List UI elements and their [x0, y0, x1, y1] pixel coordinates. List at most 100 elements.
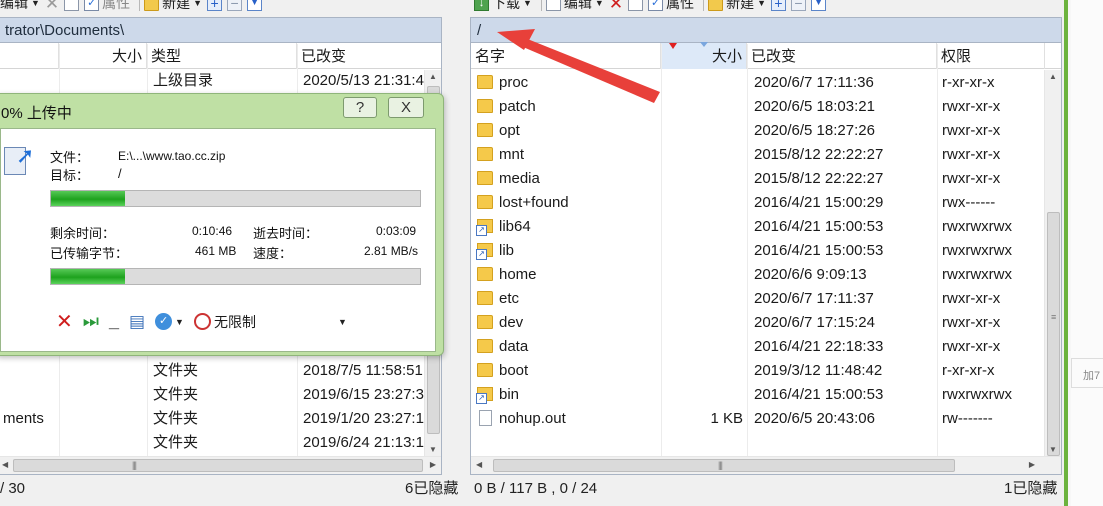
remote-vertical-scrollbar[interactable]: ▲ ≡ ▼ [1044, 70, 1061, 456]
remote-cell-size [661, 263, 747, 287]
file-progress-bar [50, 190, 421, 207]
remote-column-name[interactable]: 名字 [471, 43, 661, 69]
queue-button[interactable]: ▤ [129, 312, 145, 332]
scroll-left-arrow[interactable]: ◀ [476, 460, 482, 469]
remote-column-modified[interactable]: 已改变 [747, 43, 937, 69]
file-label: 文件： [50, 150, 90, 165]
table-row[interactable]: etc 2020/6/7 17:11:37 rwxr-xr-x [471, 287, 1043, 311]
table-row[interactable]: opt 2020/6/5 18:27:26 rwxr-xr-x [471, 119, 1043, 143]
upload-icon: ➚ [4, 143, 38, 177]
remote-cell-modified: 2016/4/21 22:18:33 [754, 338, 884, 355]
left-properties-button[interactable]: ✓ 属性 [84, 0, 135, 11]
local-cell-type: 文件夹 [153, 410, 199, 427]
local-cell-modified: 2020/5/13 21:31:47 [303, 72, 425, 89]
local-column-modified[interactable]: 已改变 [297, 43, 443, 69]
left-add-button[interactable]: + [207, 0, 227, 11]
local-row-parent[interactable]: 上级目录 2020/5/13 21:31:47 [0, 69, 441, 93]
remote-path-bar[interactable]: / [471, 18, 1061, 43]
right-filter-button[interactable]: ▼ [811, 0, 831, 11]
scroll-up-arrow[interactable]: ▲ [1049, 72, 1057, 81]
scroll-down-arrow[interactable]: ▼ [429, 445, 437, 454]
remote-horizontal-scrollbar[interactable]: ◀ ||| ▶ [471, 456, 1061, 474]
remote-horizontal-thumb[interactable]: ||| [493, 459, 955, 472]
remote-column-permissions[interactable]: 权限 [937, 43, 1045, 69]
remote-cell-modified: 2020/6/6 9:09:13 [754, 266, 867, 283]
skip-file-button[interactable]: ⏭ [83, 311, 99, 332]
new-folder-icon [708, 0, 724, 11]
left-edit-button[interactable]: 编辑 ▼ [0, 0, 45, 11]
remote-cell-permissions: rwxrwxrwx [942, 242, 1012, 259]
table-row[interactable]: patch 2020/6/5 18:03:21 rwxr-xr-x [471, 95, 1043, 119]
link-folder-icon [476, 218, 493, 236]
local-horizontal-scrollbar[interactable]: ◀ ||| ▶ [0, 456, 441, 474]
table-row[interactable]: proc 2020/6/7 17:11:36 r-xr-xr-x [471, 71, 1043, 95]
left-rename-button[interactable] [64, 0, 84, 11]
download-button[interactable]: ↓ 下载 ▼ [474, 0, 537, 11]
table-row[interactable]: media 2015/8/12 22:22:27 rwxr-xr-x [471, 167, 1043, 191]
local-horizontal-thumb[interactable]: ||| [13, 459, 423, 472]
help-button[interactable]: ? [343, 97, 377, 118]
scroll-right-arrow[interactable]: ▶ [430, 460, 436, 469]
dialog-body: ➚ 文件： E:\...\www.tao.cc.zip 目标： / 剩余时间： … [0, 128, 436, 352]
folder-icon [477, 338, 493, 353]
remote-cell-modified: 2020/6/7 17:11:36 [754, 74, 874, 91]
scroll-down-arrow[interactable]: ▼ [1049, 445, 1057, 454]
local-cell-name [0, 431, 59, 455]
table-row[interactable]: 文件夹 2018/7/5 11:58:51 [0, 359, 425, 383]
table-row[interactable]: 文件夹 2019/6/15 23:27:30 [0, 383, 425, 407]
file-name: boot [499, 362, 529, 379]
filter-icon: ▼ [811, 0, 827, 11]
local-cell-type: 文件夹 [153, 386, 199, 403]
left-remove-button[interactable]: − [227, 0, 247, 11]
table-row[interactable]: nohup.out 1 KB 2020/6/5 20:43:06 rw------- [471, 407, 1043, 431]
table-row[interactable]: dev 2020/6/7 17:15:24 rwxr-xr-x [471, 311, 1043, 335]
cancel-transfer-button[interactable]: ✕ [56, 309, 73, 334]
scroll-up-arrow[interactable]: ▲ [429, 72, 437, 81]
on-finish-button[interactable]: ✓ ▼ [155, 313, 184, 330]
file-name: data [499, 338, 529, 355]
table-row[interactable]: ments 文件夹 2019/1/20 23:27:18 [0, 407, 425, 431]
remote-cell-modified: 2016/4/21 15:00:53 [754, 242, 884, 259]
table-row[interactable]: boot 2019/3/12 11:48:42 r-xr-xr-x [471, 359, 1043, 383]
scroll-right-arrow[interactable]: ▶ [1029, 460, 1035, 469]
remote-cell-size [661, 287, 747, 311]
remote-cell-size [661, 239, 747, 263]
left-delete-button[interactable]: ✕ [45, 0, 64, 12]
left-new-button[interactable]: 新建 ▼ [144, 0, 207, 11]
file-icon [479, 409, 492, 426]
table-row[interactable]: home 2020/6/6 9:09:13 rwxrwxrwx [471, 263, 1043, 287]
right-properties-button[interactable]: ✓ 属性 [648, 0, 699, 11]
local-column-size[interactable]: 大小 [59, 43, 147, 69]
remote-vertical-thumb[interactable]: ≡ [1047, 212, 1060, 456]
table-row[interactable]: bin 2016/4/21 15:00:53 rwxrwxrwx [471, 383, 1043, 407]
table-row[interactable]: lost+found 2016/4/21 15:00:29 rwx------ [471, 191, 1043, 215]
remote-cell-name: bin [471, 383, 661, 407]
table-row[interactable]: 文件夹 2019/6/24 21:13:19 [0, 431, 425, 455]
file-name: patch [499, 98, 536, 115]
right-remove-button[interactable]: − [791, 0, 811, 11]
right-delete-button[interactable]: ✕ [609, 0, 628, 12]
remote-cell-modified: 2020/6/7 17:11:37 [754, 290, 874, 307]
local-path-bar[interactable]: trator\Documents\ [0, 18, 441, 43]
local-column-name[interactable] [0, 43, 59, 69]
speed-limit-dropdown-icon[interactable]: ▼ [338, 317, 347, 327]
minimize-button[interactable]: _ [109, 311, 119, 332]
left-filter-button[interactable]: ▼ [247, 0, 267, 11]
edit-icon [545, 0, 561, 11]
scroll-left-arrow[interactable]: ◀ [2, 460, 8, 469]
file-name: etc [499, 290, 520, 307]
speed-value: 2.81 MB/s [364, 244, 419, 258]
right-rename-button[interactable] [628, 0, 648, 11]
right-add-button[interactable]: + [771, 0, 791, 11]
right-new-button[interactable]: 新建 ▼ [708, 0, 771, 11]
close-button[interactable]: X [388, 97, 424, 118]
local-column-type[interactable]: 类型 [147, 43, 297, 69]
table-row[interactable]: lib 2016/4/21 15:00:53 rwxrwxrwx [471, 239, 1043, 263]
remote-cell-name: dev [471, 311, 661, 335]
table-row[interactable]: lib64 2016/4/21 15:00:53 rwxrwxrwx [471, 215, 1043, 239]
table-row[interactable]: data 2016/4/21 22:18:33 rwxr-xr-x [471, 335, 1043, 359]
speed-limit-button[interactable]: 无限制 [193, 312, 256, 332]
right-edit-button[interactable]: 编辑 ▼ [545, 0, 609, 11]
remote-cell-permissions: r-xr-xr-x [942, 74, 995, 91]
table-row[interactable]: mnt 2015/8/12 22:22:27 rwxr-xr-x [471, 143, 1043, 167]
